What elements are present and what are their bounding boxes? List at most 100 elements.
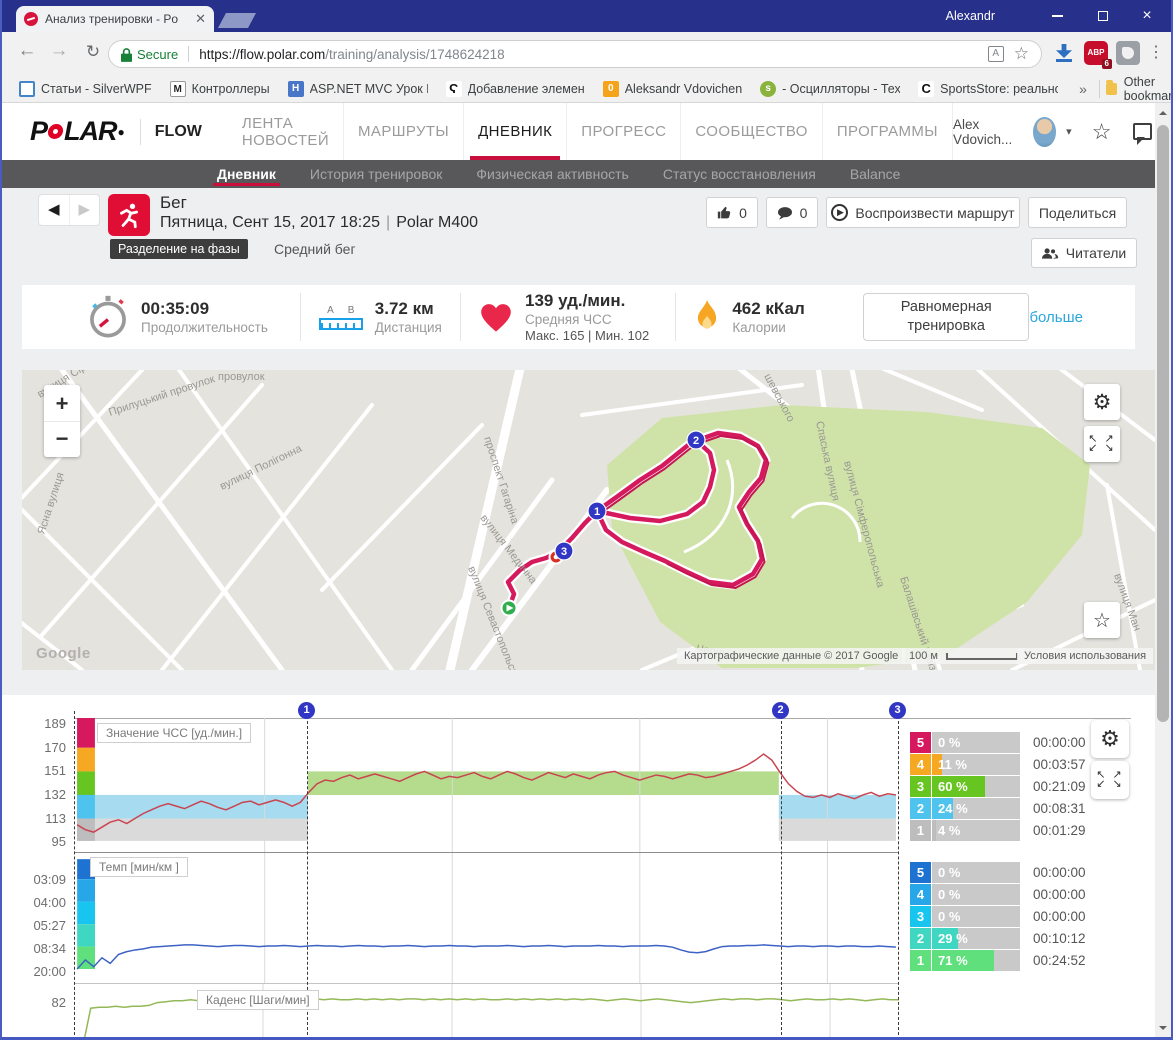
subnav-balance[interactable]: Balance xyxy=(850,160,901,188)
people-icon xyxy=(1041,247,1058,259)
flame-icon xyxy=(698,300,717,329)
next-session-icon[interactable]: ▶ xyxy=(70,195,100,225)
bookmark-star-icon[interactable]: ☆ xyxy=(1014,44,1029,64)
map-attribution: Картографические данные © 2017 Google xyxy=(677,648,906,664)
reload-icon[interactable]: ↻ xyxy=(80,42,106,62)
user-name[interactable]: Alex Vdovich... xyxy=(953,117,1023,147)
phase-marker-2: 2 xyxy=(772,702,789,719)
subnav-activity[interactable]: Физическая активность xyxy=(476,160,628,188)
subnav-history[interactable]: История тренировок xyxy=(310,160,442,188)
chevron-down-icon[interactable]: ▾ xyxy=(1066,125,1072,138)
pace-tick: 03:09 xyxy=(33,872,66,887)
map-settings-gear-icon[interactable]: ⚙ xyxy=(1084,384,1120,420)
scrollbar-thumb[interactable] xyxy=(1157,125,1169,722)
scrollbar[interactable] xyxy=(1155,103,1171,1040)
route-map[interactable]: провулок вулиця Сірка Прилуцький провуло… xyxy=(22,370,1155,670)
evernote-extension-icon[interactable] xyxy=(1116,41,1140,65)
replay-route-button[interactable]: ▶ Воспроизвести маршрут xyxy=(826,197,1020,228)
nav-programs[interactable]: ПРОГРАММЫ xyxy=(823,103,953,160)
bookmark-item[interactable]: 0 Aleksandr Vdovichen xyxy=(594,78,751,100)
translate-icon[interactable]: A xyxy=(987,46,1004,62)
pace-zone-row: 30 % 00:00:00 xyxy=(910,906,1110,927)
pace-tick: 08:34 xyxy=(33,941,66,956)
nav-routes[interactable]: МАРШРУТЫ xyxy=(344,103,465,160)
subnav-recovery[interactable]: Статус восстановления xyxy=(663,160,816,188)
secure-label: Secure xyxy=(137,46,179,62)
nav-community[interactable]: СООБЩЕСТВО xyxy=(681,103,823,160)
nav-progress[interactable]: ПРОГРЕСС xyxy=(567,103,682,160)
forward-icon[interactable]: → xyxy=(46,40,72,62)
start-marker xyxy=(500,599,518,617)
polar-logo[interactable]: P LAR ● xyxy=(30,116,125,147)
scale-bar xyxy=(945,652,1018,660)
bookmark-item[interactable]: Статьи - SilverWPF xyxy=(10,78,161,100)
thumb-up-icon xyxy=(717,206,731,219)
adblock-extension-icon[interactable]: ABP 6 xyxy=(1084,41,1112,69)
titlebar: Анализ тренировки - Po ✕ Alexandr × xyxy=(2,0,1171,32)
session-datetime: Пятница, Сент 15, 2017 18:25 | Polar M400 xyxy=(160,214,479,231)
hr-zone-row: 50 % 00:00:00 xyxy=(910,732,1110,753)
minimize-button[interactable] xyxy=(1035,0,1079,32)
favorite-star-icon[interactable]: ☆ xyxy=(1092,119,1112,145)
polar-favicon xyxy=(24,12,38,26)
browser-window: Анализ тренировки - Po ✕ Alexandr × ← → … xyxy=(0,0,1173,1040)
prev-session-icon[interactable]: ◀ xyxy=(39,195,70,225)
back-icon[interactable]: ← xyxy=(14,40,40,62)
maximize-button[interactable] xyxy=(1081,0,1125,32)
scroll-down-icon[interactable] xyxy=(1159,1026,1167,1034)
browser-menu-icon[interactable]: ⋮ xyxy=(1148,41,1164,65)
cadence-tick: 82 xyxy=(51,995,66,1010)
hr-zone-row: 3 60 % 00:21:09 xyxy=(910,776,1110,797)
zoom-out-icon[interactable]: − xyxy=(44,422,80,457)
map-favorite-icon[interactable]: ☆ xyxy=(1084,602,1120,638)
new-tab-button[interactable] xyxy=(218,13,256,28)
street-label: провулок xyxy=(218,371,265,383)
bookmark-item[interactable]: Ϲ SportsStore: реально xyxy=(909,78,1067,100)
pace-zones-table: 50 % 00:00:00 40 % 00:00:00 30 % 00:00:00 2… xyxy=(910,862,1110,972)
training-benefit-button[interactable]: Равномерная тренировка xyxy=(863,293,1030,341)
subnav-diary[interactable]: Дневник xyxy=(213,160,280,188)
bookmark-favicon xyxy=(19,80,35,97)
chart-fullscreen-icon[interactable]: ↖ ↗ ↙ ↘ xyxy=(1091,761,1129,799)
avatar[interactable] xyxy=(1032,116,1057,147)
bookmark-favicon: Ϛ xyxy=(445,80,462,97)
more-link[interactable]: больше xyxy=(1029,309,1083,326)
nav-feed[interactable]: ЛЕНТА НОВОСТЕЙ xyxy=(228,103,345,160)
chart-settings-gear-icon[interactable]: ⚙ xyxy=(1091,720,1129,758)
chat-icon[interactable] xyxy=(1133,123,1152,145)
map-fullscreen-icon[interactable]: ↖ ↗ ↙ ↘ xyxy=(1084,426,1120,462)
ruler-icon xyxy=(318,317,363,330)
pace-zone-row: 40 % 00:00:00 xyxy=(910,884,1110,905)
comment-button[interactable]: 0 xyxy=(766,197,818,228)
hr-tick: 132 xyxy=(44,787,66,802)
like-button[interactable]: 0 xyxy=(706,197,758,228)
share-button[interactable]: Поделиться xyxy=(1028,197,1127,228)
map-scale: 100 м xyxy=(902,648,1025,664)
page-content: P LAR ● FLOW ЛЕНТА НОВОСТЕЙ МАРШРУТЫ ДНЕВН… xyxy=(2,103,1159,1040)
followers-button[interactable]: Читатели xyxy=(1031,238,1137,268)
close-button[interactable]: × xyxy=(1125,0,1169,32)
svg-text:2: 2 xyxy=(693,435,699,447)
bookmark-item[interactable]: H ASP.NET MVC Урок Е xyxy=(279,78,437,100)
zoom-in-icon[interactable]: + xyxy=(44,386,80,422)
analysis-charts: 189 170 151 132 113 95 03:09 04:00 05:27… xyxy=(2,695,1159,1040)
bookmark-item[interactable]: M Контроллеры xyxy=(161,78,279,100)
bookmark-item[interactable]: s- Осцилляторы - Тех xyxy=(751,78,909,100)
nav-diary[interactable]: ДНЕВНИК xyxy=(464,103,568,160)
bookmark-favicon: M xyxy=(169,80,186,97)
flow-label[interactable]: FLOW xyxy=(139,118,202,145)
bookmark-item[interactable]: Ϛ Добавление элемен xyxy=(437,78,594,100)
url-bar[interactable]: Secure https://flow.polar.com /training/… xyxy=(108,40,1042,68)
hr-tick: 189 xyxy=(44,716,66,731)
map-terms-link[interactable]: Условия использования xyxy=(1017,648,1154,664)
sub-nav: Дневник История тренировок Физическая ак… xyxy=(2,160,1159,188)
hr-legend: Значение ЧСС [уд./мин.] xyxy=(97,723,252,743)
heart-rate-stat: 139 уд./мин. Средняя ЧСС Макс. 165 | Мин… xyxy=(459,291,675,343)
scroll-up-icon[interactable] xyxy=(1159,107,1167,115)
browser-profile-name[interactable]: Alexandr xyxy=(946,9,995,23)
other-bookmarks[interactable]: Other bookmarks xyxy=(1124,75,1171,103)
browser-tab[interactable]: Анализ тренировки - Po ✕ xyxy=(16,6,214,32)
download-extension-icon[interactable] xyxy=(1052,41,1076,65)
tab-close-icon[interactable]: ✕ xyxy=(195,11,206,27)
bookmarks-overflow-icon[interactable]: » xyxy=(1073,81,1093,97)
